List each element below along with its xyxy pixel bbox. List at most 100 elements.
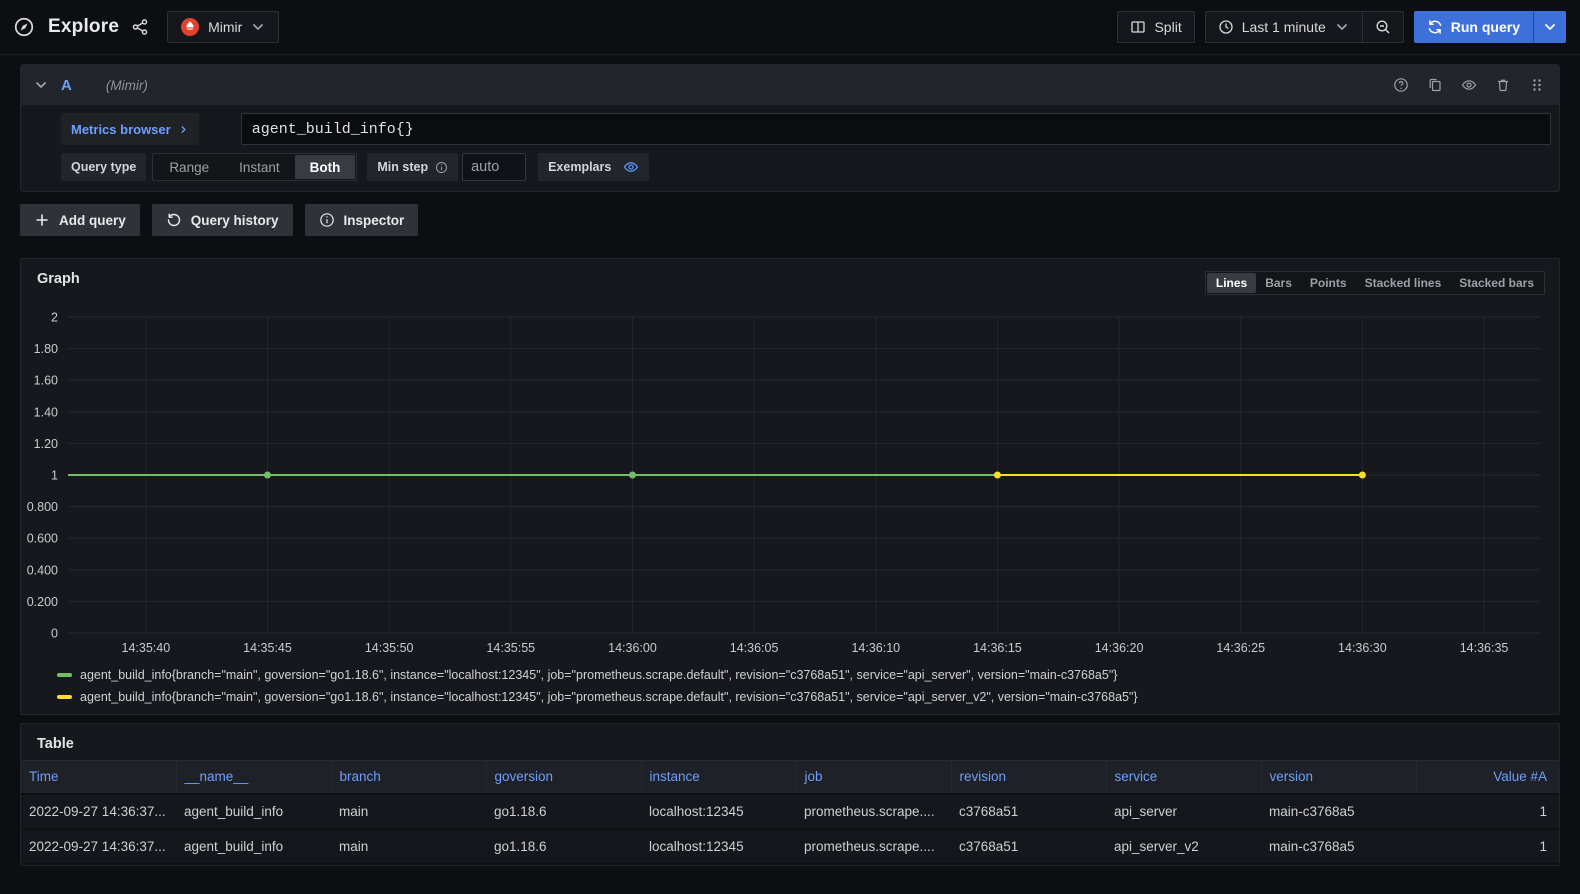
- datasource-name: Mimir: [208, 19, 242, 35]
- datasource-picker[interactable]: Mimir: [167, 11, 279, 43]
- collapse-chevron-icon[interactable]: [33, 77, 49, 93]
- table-cell-time: 2022-09-27 14:36:37...: [21, 829, 176, 864]
- table-panel: Table Time__name__branchgoversioninstanc…: [20, 723, 1560, 866]
- table-cell-value-a: 1: [1416, 829, 1559, 864]
- table-cell-time: 2022-09-27 14:36:37...: [21, 794, 176, 829]
- add-query-button[interactable]: Add query: [20, 204, 140, 236]
- help-circle-icon[interactable]: [1393, 77, 1409, 93]
- share-icon[interactable]: [131, 18, 149, 36]
- table-cell-job: prometheus.scrape....: [796, 794, 951, 829]
- legend-item-2[interactable]: agent_build_info{branch="main", goversio…: [57, 686, 1559, 708]
- time-picker-group: Last 1 minute: [1205, 11, 1404, 43]
- column-header-service[interactable]: service: [1106, 761, 1261, 794]
- run-query-button[interactable]: Run query: [1414, 11, 1533, 43]
- graph-style-option-points[interactable]: Points: [1301, 273, 1356, 293]
- table-cell-instance: localhost:12345: [641, 794, 796, 829]
- legend-swatch: [57, 695, 72, 699]
- column-header-time[interactable]: Time: [21, 761, 176, 794]
- graph-panel: Graph LinesBarsPointsStacked linesStacke…: [20, 258, 1560, 715]
- x-axis-tick-label: 14:36:05: [730, 641, 779, 655]
- trash-icon[interactable]: [1495, 77, 1511, 93]
- table-cell-value-a: 1: [1416, 794, 1559, 829]
- table-panel-title: Table: [21, 724, 1559, 760]
- y-axis-tick-label: 1.20: [34, 437, 58, 451]
- min-step-group: Min step: [367, 153, 458, 181]
- legend-swatch: [57, 673, 72, 677]
- query-type-option-range[interactable]: Range: [154, 155, 224, 179]
- y-axis-tick-label: 1: [51, 469, 58, 483]
- y-axis-tick-label: 0.600: [27, 532, 58, 546]
- table-cell-branch: main: [331, 829, 486, 864]
- zoom-out-icon: [1375, 19, 1391, 35]
- explore-compass-icon[interactable]: [14, 17, 34, 37]
- inspector-button[interactable]: Inspector: [305, 204, 419, 236]
- mimir-flame-icon: [180, 17, 200, 37]
- table-cell--name-: agent_build_info: [176, 829, 331, 864]
- query-type-option-both[interactable]: Both: [295, 155, 356, 179]
- query-history-button[interactable]: Query history: [152, 204, 293, 236]
- exemplars-eye-icon[interactable]: [623, 159, 639, 175]
- graph-legend: agent_build_info{branch="main", goversio…: [21, 662, 1559, 714]
- column-header--name-[interactable]: __name__: [176, 761, 331, 794]
- table-row: 2022-09-27 14:36:37...agent_build_infoma…: [21, 829, 1559, 864]
- column-header-job[interactable]: job: [796, 761, 951, 794]
- table-body: 2022-09-27 14:36:37...agent_build_infoma…: [21, 794, 1559, 864]
- time-range-label: Last 1 minute: [1242, 19, 1326, 35]
- info-circle-icon[interactable]: [435, 161, 448, 174]
- chevron-down-icon: [1334, 19, 1350, 35]
- copy-icon[interactable]: [1427, 77, 1443, 93]
- table-cell-service: api_server_v2: [1106, 829, 1261, 864]
- x-axis-tick-label: 14:35:50: [365, 641, 414, 655]
- query-datasource-hint: (Mimir): [106, 78, 148, 93]
- query-expression-input[interactable]: [241, 113, 1551, 145]
- query-history-label: Query history: [191, 213, 279, 228]
- column-header-goversion[interactable]: goversion: [486, 761, 641, 794]
- exemplars-group: Exemplars: [538, 153, 649, 181]
- y-axis-tick-label: 0: [51, 627, 58, 641]
- x-axis-tick-label: 14:35:45: [243, 641, 292, 655]
- min-step-label: Min step: [377, 160, 428, 174]
- table-cell-service: api_server: [1106, 794, 1261, 829]
- top-nav: Explore Mimir Split Last 1: [0, 0, 1580, 55]
- graph-style-toggle: LinesBarsPointsStacked linesStacked bars: [1205, 271, 1545, 295]
- query-row-header: A (Mimir): [21, 65, 1559, 105]
- series-point: [994, 472, 1001, 479]
- graph-panel-title: Graph: [37, 271, 80, 287]
- table-cell-branch: main: [331, 794, 486, 829]
- x-axis-tick-label: 14:36:20: [1095, 641, 1144, 655]
- table-header-row: Time__name__branchgoversioninstancejobre…: [21, 761, 1559, 794]
- series-point: [1359, 472, 1366, 479]
- metrics-browser-button[interactable]: Metrics browser: [61, 113, 199, 145]
- split-label: Split: [1154, 19, 1181, 35]
- y-axis-tick-label: 1.60: [34, 374, 58, 388]
- grip-icon[interactable]: [1529, 77, 1545, 93]
- column-header-branch[interactable]: branch: [331, 761, 486, 794]
- zoom-out-button[interactable]: [1363, 12, 1403, 42]
- eye-icon[interactable]: [1461, 77, 1477, 93]
- time-range-button[interactable]: Last 1 minute: [1206, 12, 1362, 42]
- column-header-instance[interactable]: instance: [641, 761, 796, 794]
- y-axis-tick-label: 0.800: [27, 500, 58, 514]
- y-axis-tick-label: 0.200: [27, 595, 58, 609]
- graph-style-option-bars[interactable]: Bars: [1256, 273, 1301, 293]
- run-query-caret-button[interactable]: [1533, 11, 1566, 43]
- results-table: Time__name__branchgoversioninstancejobre…: [21, 760, 1559, 865]
- table-cell-job: prometheus.scrape....: [796, 829, 951, 864]
- page-title: Explore: [48, 16, 119, 38]
- graph-style-option-stacked-bars[interactable]: Stacked bars: [1450, 273, 1543, 293]
- graph-canvas[interactable]: 21.801.601.401.2010.8000.6000.4000.20001…: [22, 295, 1558, 657]
- query-type-option-instant[interactable]: Instant: [224, 155, 295, 179]
- column-header-version[interactable]: version: [1261, 761, 1416, 794]
- table-cell-goversion: go1.18.6: [486, 829, 641, 864]
- graph-style-option-stacked-lines[interactable]: Stacked lines: [1356, 273, 1451, 293]
- x-axis-tick-label: 14:36:10: [851, 641, 900, 655]
- x-axis-tick-label: 14:36:35: [1460, 641, 1509, 655]
- min-step-input[interactable]: [462, 153, 526, 181]
- legend-item-1[interactable]: agent_build_info{branch="main", goversio…: [57, 664, 1559, 686]
- column-header-revision[interactable]: revision: [951, 761, 1106, 794]
- metrics-browser-label: Metrics browser: [71, 122, 171, 137]
- query-editor-panel: A (Mimir) Metrics browser: [20, 64, 1560, 192]
- column-header-value-a[interactable]: Value #A: [1416, 761, 1559, 794]
- graph-style-option-lines[interactable]: Lines: [1207, 273, 1256, 293]
- split-button[interactable]: Split: [1117, 11, 1194, 43]
